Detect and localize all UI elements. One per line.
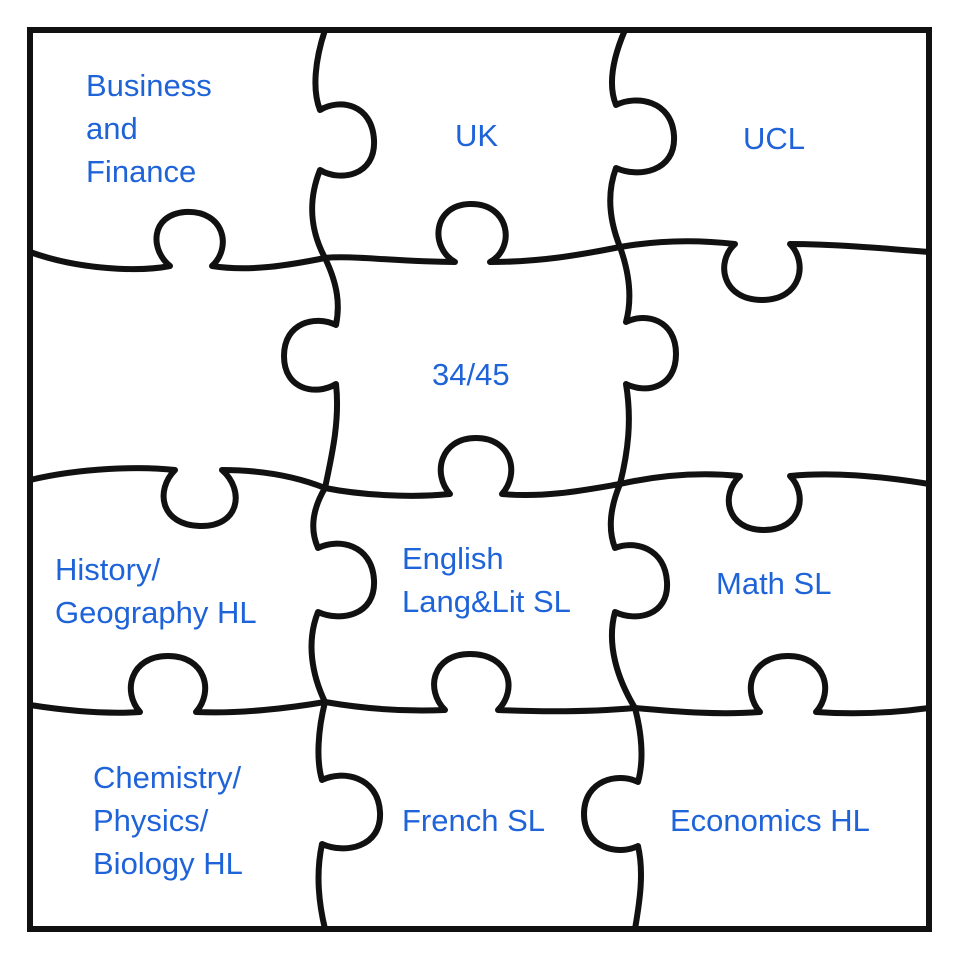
seam-v2-top <box>607 27 678 250</box>
piece-label-score: 34/45 <box>432 357 510 392</box>
seam-v1-top <box>309 27 378 261</box>
seam-h3-center <box>322 651 638 715</box>
piece-label-history-geography: History/ Geography HL <box>55 552 257 630</box>
seam-h2-left <box>27 465 328 530</box>
seam-h2-right <box>617 471 932 533</box>
seam-h1-center <box>322 200 623 265</box>
piece-label-french: French SL <box>402 803 546 838</box>
seam-h2-center <box>322 435 623 499</box>
seam-v1-mid-a <box>281 255 341 491</box>
seam-v1-bottom <box>315 699 384 932</box>
piece-label-math: Math SL <box>716 566 832 601</box>
piece-label-english-lang-lit: English Lang&Lit SL <box>402 541 571 619</box>
seam-h1-right <box>617 238 932 303</box>
piece-label-sciences: Chemistry/ Physics/ Biology HL <box>93 760 243 881</box>
seam-h3-left <box>27 653 328 716</box>
seam-h1-left <box>27 208 328 273</box>
seam-h3-right <box>632 653 932 717</box>
seam-v2-mid-b <box>607 481 671 711</box>
piece-label-ucl: UCL <box>743 121 806 156</box>
seam-v2-bottom <box>581 705 645 932</box>
piece-label-uk: UK <box>455 118 499 153</box>
piece-label-business-and-finance: Business and Finance <box>86 68 212 189</box>
piece-label-economics: Economics HL <box>670 803 870 838</box>
seam-v1-mid-b <box>308 485 378 705</box>
seam-v2-mid-a <box>617 244 679 487</box>
